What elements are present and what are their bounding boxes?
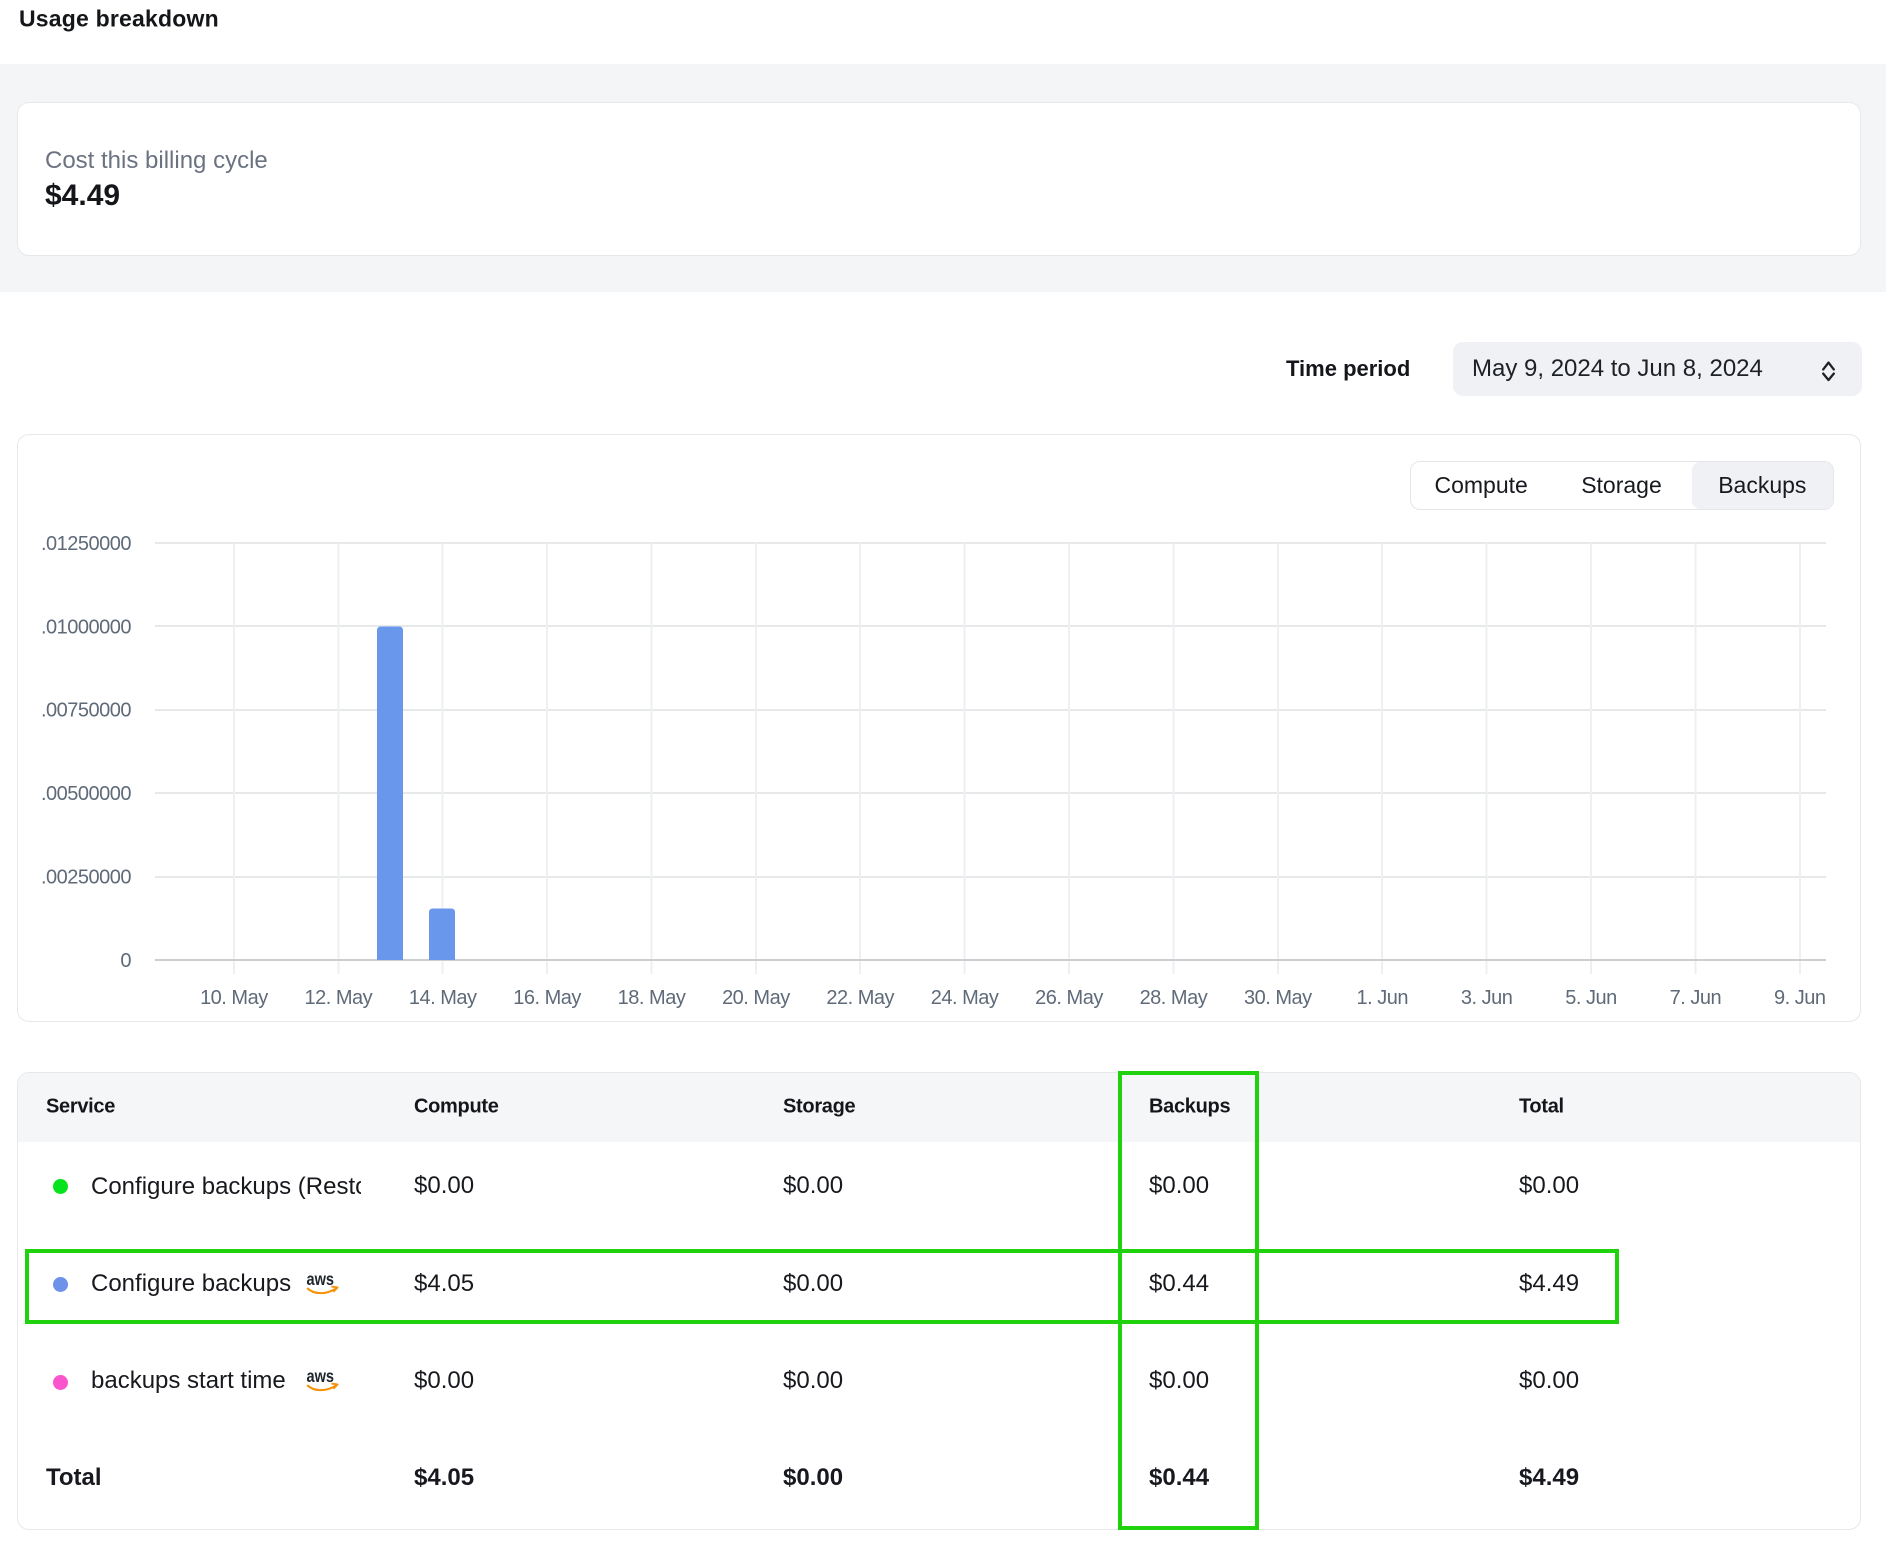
svg-text:.00250000: .00250000 <box>41 867 131 889</box>
svg-text:0: 0 <box>120 950 131 972</box>
svg-text:5. Jun: 5. Jun <box>1565 987 1616 1009</box>
svg-text:18. May: 18. May <box>618 987 686 1009</box>
svg-text:10. May: 10. May <box>200 987 268 1009</box>
svg-text:.01250000: .01250000 <box>41 533 131 555</box>
svg-text:20. May: 20. May <box>722 987 790 1009</box>
svg-text:26. May: 26. May <box>1035 987 1103 1009</box>
svg-text:7. Jun: 7. Jun <box>1670 987 1721 1009</box>
svg-text:30. May: 30. May <box>1244 987 1312 1009</box>
svg-text:28. May: 28. May <box>1140 987 1208 1009</box>
svg-text:1. Jun: 1. Jun <box>1356 987 1407 1009</box>
svg-text:9. Jun: 9. Jun <box>1774 987 1825 1009</box>
svg-text:aws: aws <box>307 1371 335 1386</box>
svg-text:.00750000: .00750000 <box>41 700 131 722</box>
svg-text:16. May: 16. May <box>513 987 581 1009</box>
svg-text:.01000000: .01000000 <box>41 616 131 638</box>
svg-text:24. May: 24. May <box>931 987 999 1009</box>
svg-text:.00500000: .00500000 <box>41 783 131 805</box>
svg-text:22. May: 22. May <box>826 987 894 1009</box>
svg-text:3. Jun: 3. Jun <box>1461 987 1512 1009</box>
svg-text:14. May: 14. May <box>409 987 477 1009</box>
svg-text:12. May: 12. May <box>304 987 372 1009</box>
